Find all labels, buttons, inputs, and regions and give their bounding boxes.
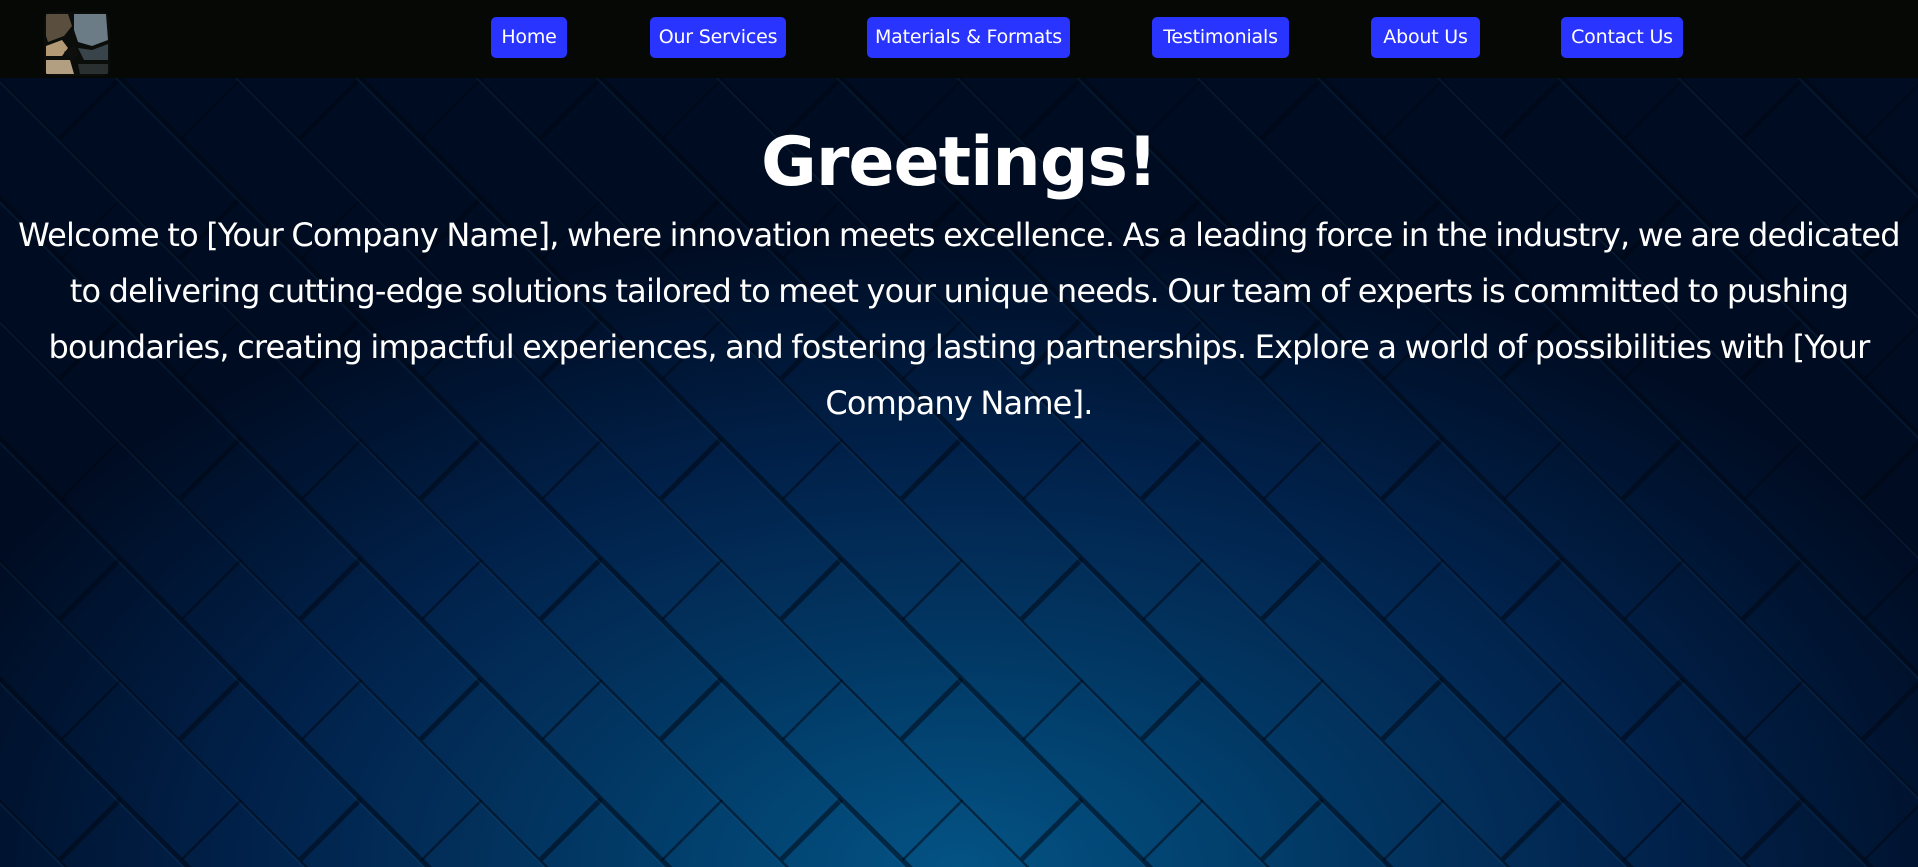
hero-content: Greetings! Welcome to [Your Company Name… [0,78,1918,431]
nav-testimonials-button[interactable]: Testimonials [1152,17,1289,58]
hero-welcome-text: Welcome to [Your Company Name], where in… [18,216,1900,422]
hero-section: Greetings! Welcome to [Your Company Name… [0,78,1918,867]
hero-title: Greetings! [761,123,1158,202]
page: Home Our Services Materials & Formats Te… [0,0,1918,867]
logo[interactable] [44,12,110,76]
nav-home-button[interactable]: Home [491,17,567,58]
nav-about-us-button[interactable]: About Us [1371,17,1480,58]
stone-mosaic-logo-icon [44,12,110,76]
nav-contact-us-button[interactable]: Contact Us [1561,17,1683,58]
top-navbar: Home Our Services Materials & Formats Te… [0,0,1918,78]
nav-materials-formats-button[interactable]: Materials & Formats [867,17,1070,58]
nav-our-services-button[interactable]: Our Services [650,17,786,58]
